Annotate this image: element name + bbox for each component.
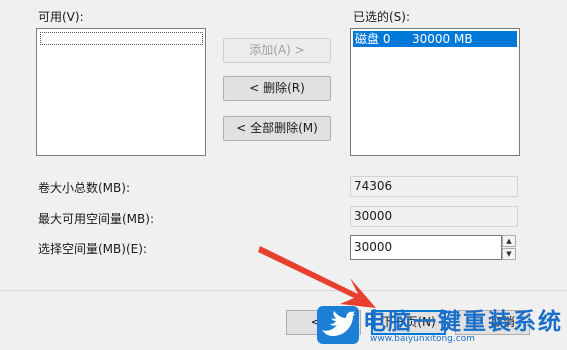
remove-all-button[interactable]: < 全部删除(M) <box>223 116 331 141</box>
select-space-label: 选择空间量(MB)(E): <box>38 242 147 256</box>
available-label: 可用(V): <box>38 10 84 24</box>
focus-rectangle <box>40 32 203 45</box>
disk-name: 磁盘 0 <box>355 32 391 46</box>
selected-listbox[interactable]: 磁盘 0 30000 MB <box>350 28 520 156</box>
watermark-title: 电脑一键重装系统 <box>363 309 563 335</box>
spin-down-icon[interactable]: ▼ <box>502 248 516 260</box>
total-size-value: 74306 <box>350 176 518 197</box>
remove-button[interactable]: < 删除(R) <box>223 76 331 101</box>
selected-row-disk0[interactable]: 磁盘 0 30000 MB <box>353 31 517 47</box>
add-button[interactable]: 添加(A) > <box>223 38 331 63</box>
available-listbox[interactable] <box>36 28 206 156</box>
max-space-value: 30000 <box>350 206 518 227</box>
watermark-url: www.baiyunxitong.com <box>370 334 475 344</box>
disk-size: 30000 MB <box>412 32 473 46</box>
spin-up-icon[interactable]: ▲ <box>502 235 516 247</box>
watermark-logo <box>317 306 359 344</box>
selected-label: 已选的(S): <box>353 10 411 24</box>
total-size-label: 卷大小总数(MB): <box>38 181 130 195</box>
max-space-label: 最大可用空间量(MB): <box>38 212 154 226</box>
